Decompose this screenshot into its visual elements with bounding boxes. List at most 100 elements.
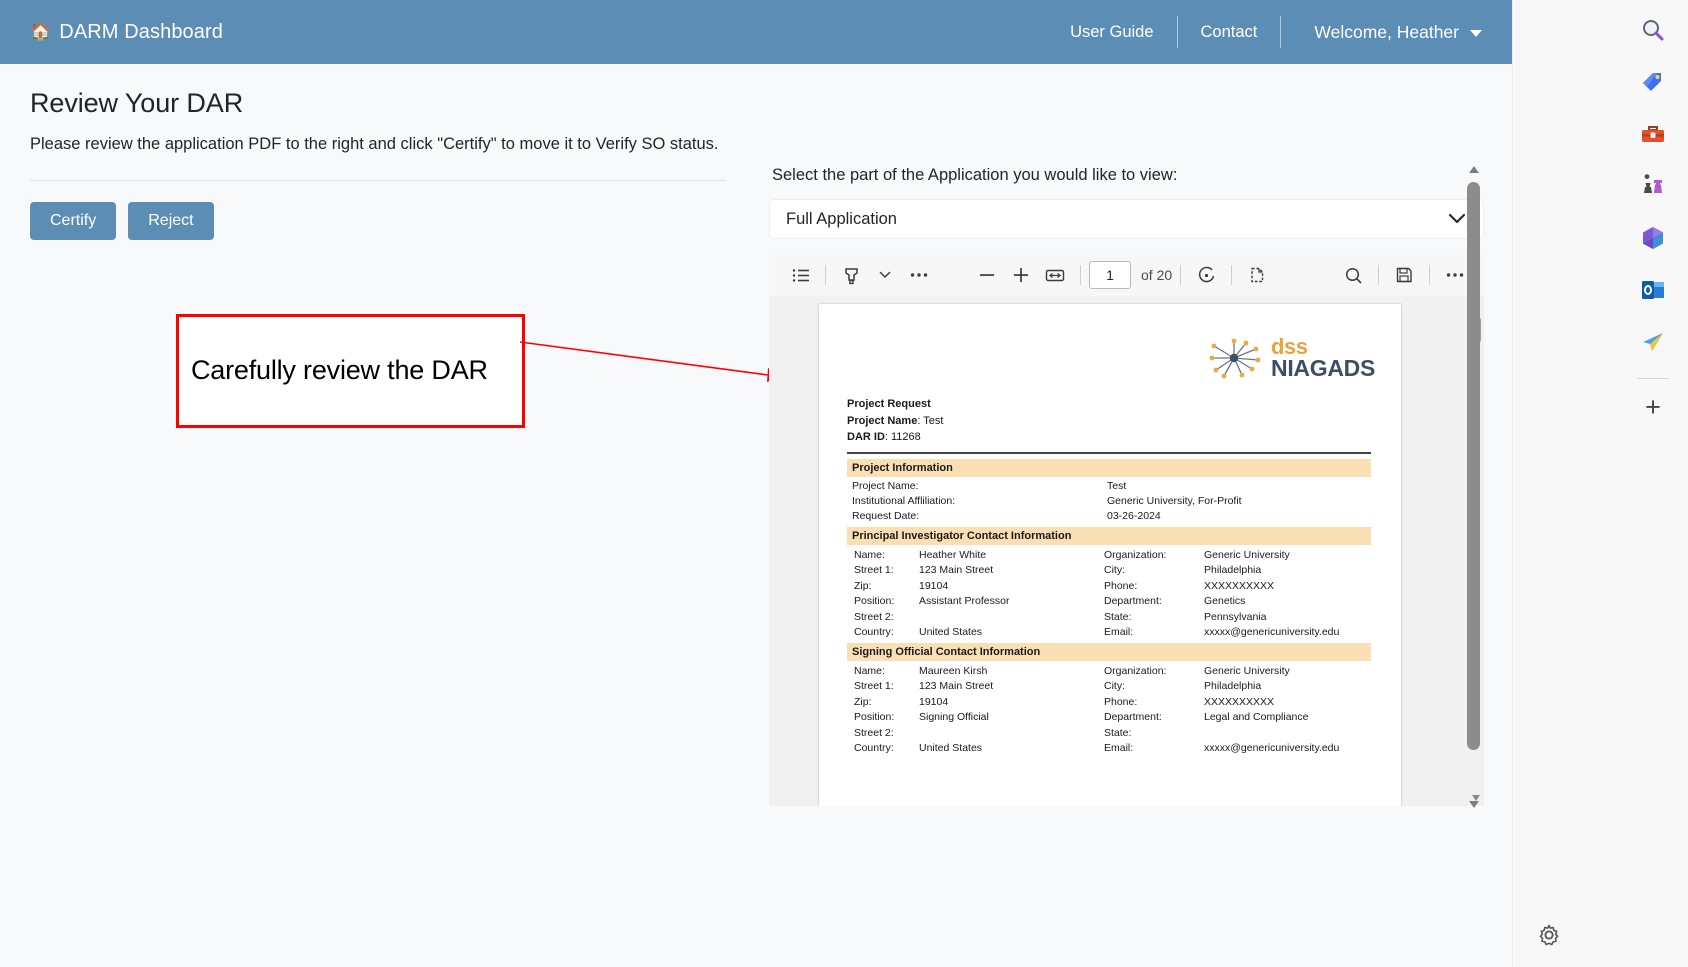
chevron-down-icon <box>1470 30 1482 37</box>
page-vertical-scrollbar[interactable] <box>1466 166 1482 808</box>
read-aloud-icon[interactable] <box>1189 260 1223 290</box>
toolbar-divider <box>1080 265 1081 285</box>
certify-button[interactable]: Certify <box>30 202 116 240</box>
outlook-icon[interactable] <box>1631 268 1675 312</box>
fit-to-width-icon[interactable] <box>1038 260 1072 290</box>
tools-toolbox-icon[interactable] <box>1631 112 1675 156</box>
save-icon[interactable] <box>1387 260 1421 290</box>
toolbar-divider <box>1180 265 1181 285</box>
chevron-down-icon <box>1447 212 1467 231</box>
pdf-panel: Select the part of the Application you w… <box>756 64 1512 806</box>
row-key: Institutional Affliliation: <box>850 495 1107 507</box>
row-value: Genetics <box>1204 595 1245 607</box>
row-value: Generic University <box>1204 665 1290 677</box>
sidebar-divider <box>1637 378 1669 379</box>
shopping-tag-icon[interactable] <box>1631 60 1675 104</box>
games-chess-icon[interactable] <box>1631 164 1675 208</box>
row-key: Email: <box>1104 742 1204 754</box>
chevron-down-icon[interactable] <box>868 260 902 290</box>
nav-user-guide[interactable]: User Guide <box>1047 24 1176 41</box>
row-value: 19104 <box>919 696 1104 708</box>
row-key: City: <box>1104 680 1204 692</box>
search-icon[interactable] <box>1336 260 1370 290</box>
pdf-viewer: of 20 <box>769 254 1484 806</box>
row-key: State: <box>1104 611 1204 623</box>
table-row: Country: United States Email: xxxxx@gene… <box>847 739 1371 755</box>
browser-sidebar-rail: + <box>1512 0 1688 967</box>
sidebar-icon-list: + <box>1617 0 1688 967</box>
row-value: Legal and Compliance <box>1204 711 1309 723</box>
row-key: City: <box>1104 564 1204 576</box>
highlighter-icon[interactable] <box>834 260 868 290</box>
row-key: Department: <box>1104 595 1204 607</box>
row-value: 123 Main Street <box>919 564 1104 576</box>
row-value <box>919 727 1104 739</box>
row-key: Street 2: <box>847 727 919 739</box>
more-drawing-tools-icon[interactable] <box>902 260 936 290</box>
table-row: Name: Maureen Kirsh Organization: Generi… <box>847 661 1371 677</box>
row-value: Philadelphia <box>1204 564 1261 576</box>
row-value: Generic University, For-Profit <box>1107 495 1242 507</box>
row-key: Zip: <box>847 696 919 708</box>
section-heading-pi-contact: Principal Investigator Contact Informati… <box>847 527 1371 545</box>
pdf-page-number-input[interactable] <box>1089 261 1131 289</box>
user-menu-button[interactable]: Welcome, Heather <box>1281 22 1482 43</box>
row-value: Maureen Kirsh <box>919 665 1104 677</box>
application-part-select[interactable]: Full Application <box>769 199 1484 239</box>
table-row: Zip: 19104 Phone: XXXXXXXXXX <box>847 692 1371 708</box>
row-key: Name: <box>847 665 919 677</box>
document-header: Project Request Project Name: Test DAR I… <box>847 398 1371 443</box>
pdf-scroll-area[interactable]: dss NIAGADS Project Request Project Name… <box>769 296 1484 806</box>
row-value: xxxxx@genericuniversity.edu <box>1204 626 1339 638</box>
row-key: Country: <box>847 742 919 754</box>
page-subtitle: Please review the application PDF to the… <box>30 135 756 154</box>
row-key: Street 2: <box>847 611 919 623</box>
row-value: 19104 <box>919 580 1104 592</box>
pdf-toolbar: of 20 <box>769 254 1484 296</box>
scroll-down-arrow-icon[interactable] <box>1469 801 1479 808</box>
zoom-out-icon[interactable] <box>970 260 1004 290</box>
row-key: Organization: <box>1104 665 1204 677</box>
page-title: Review Your DAR <box>30 88 756 119</box>
application-part-select-value: Full Application <box>786 210 897 229</box>
section-divider <box>30 180 726 181</box>
table-row: Name: Heather White Organization: Generi… <box>847 545 1371 561</box>
gear-icon[interactable] <box>1527 913 1571 957</box>
section-heading-so-contact: Signing Official Contact Information <box>847 643 1371 661</box>
doc-dar-id-line: DAR ID: 11268 <box>847 431 1371 443</box>
reject-button[interactable]: Reject <box>128 202 213 240</box>
zoom-in-icon[interactable] <box>1004 260 1038 290</box>
row-value: United States <box>919 742 1104 754</box>
row-key: Department: <box>1104 711 1204 723</box>
pdf-page-1: dss NIAGADS Project Request Project Name… <box>819 304 1401 806</box>
microsoft-365-icon[interactable] <box>1631 216 1675 260</box>
row-value: Heather White <box>919 549 1104 561</box>
row-key: Phone: <box>1104 580 1204 592</box>
row-value: Signing Official <box>919 711 1104 723</box>
scroll-up-arrow-icon[interactable] <box>1469 166 1479 173</box>
page-content: 🏠 DARM Dashboard User Guide Contact Welc… <box>0 0 1512 967</box>
table-row: Request Date: 03-26-2024 <box>847 507 1371 522</box>
table-row: Street 1: 123 Main Street City: Philadel… <box>847 561 1371 577</box>
table-row: Street 2: State: <box>847 723 1371 739</box>
add-sidebar-app-button[interactable]: + <box>1631 385 1675 429</box>
paper-plane-icon[interactable] <box>1631 320 1675 364</box>
page-scroll-thumb[interactable] <box>1467 182 1480 750</box>
row-value: Generic University <box>1204 549 1290 561</box>
row-value: XXXXXXXXXX <box>1204 696 1274 708</box>
add-notes-icon[interactable] <box>1240 260 1274 290</box>
pdf-select-label: Select the part of the Application you w… <box>772 166 1512 185</box>
brand-home-link[interactable]: 🏠 DARM Dashboard <box>30 21 223 44</box>
toolbar-divider <box>1231 265 1232 285</box>
starburst-icon <box>1208 336 1264 380</box>
row-key: Email: <box>1104 626 1204 638</box>
search-icon[interactable] <box>1631 8 1675 52</box>
table-row: Street 1: 123 Main Street City: Philadel… <box>847 677 1371 693</box>
section-heading-project-information: Project Information <box>847 459 1371 477</box>
toolbar-divider <box>825 265 826 285</box>
table-of-contents-icon[interactable] <box>783 260 817 290</box>
nav-contact[interactable]: Contact <box>1178 24 1281 41</box>
toolbar-divider <box>1378 265 1379 285</box>
row-value: 03-26-2024 <box>1107 510 1161 522</box>
action-button-row: Certify Reject <box>30 202 756 240</box>
